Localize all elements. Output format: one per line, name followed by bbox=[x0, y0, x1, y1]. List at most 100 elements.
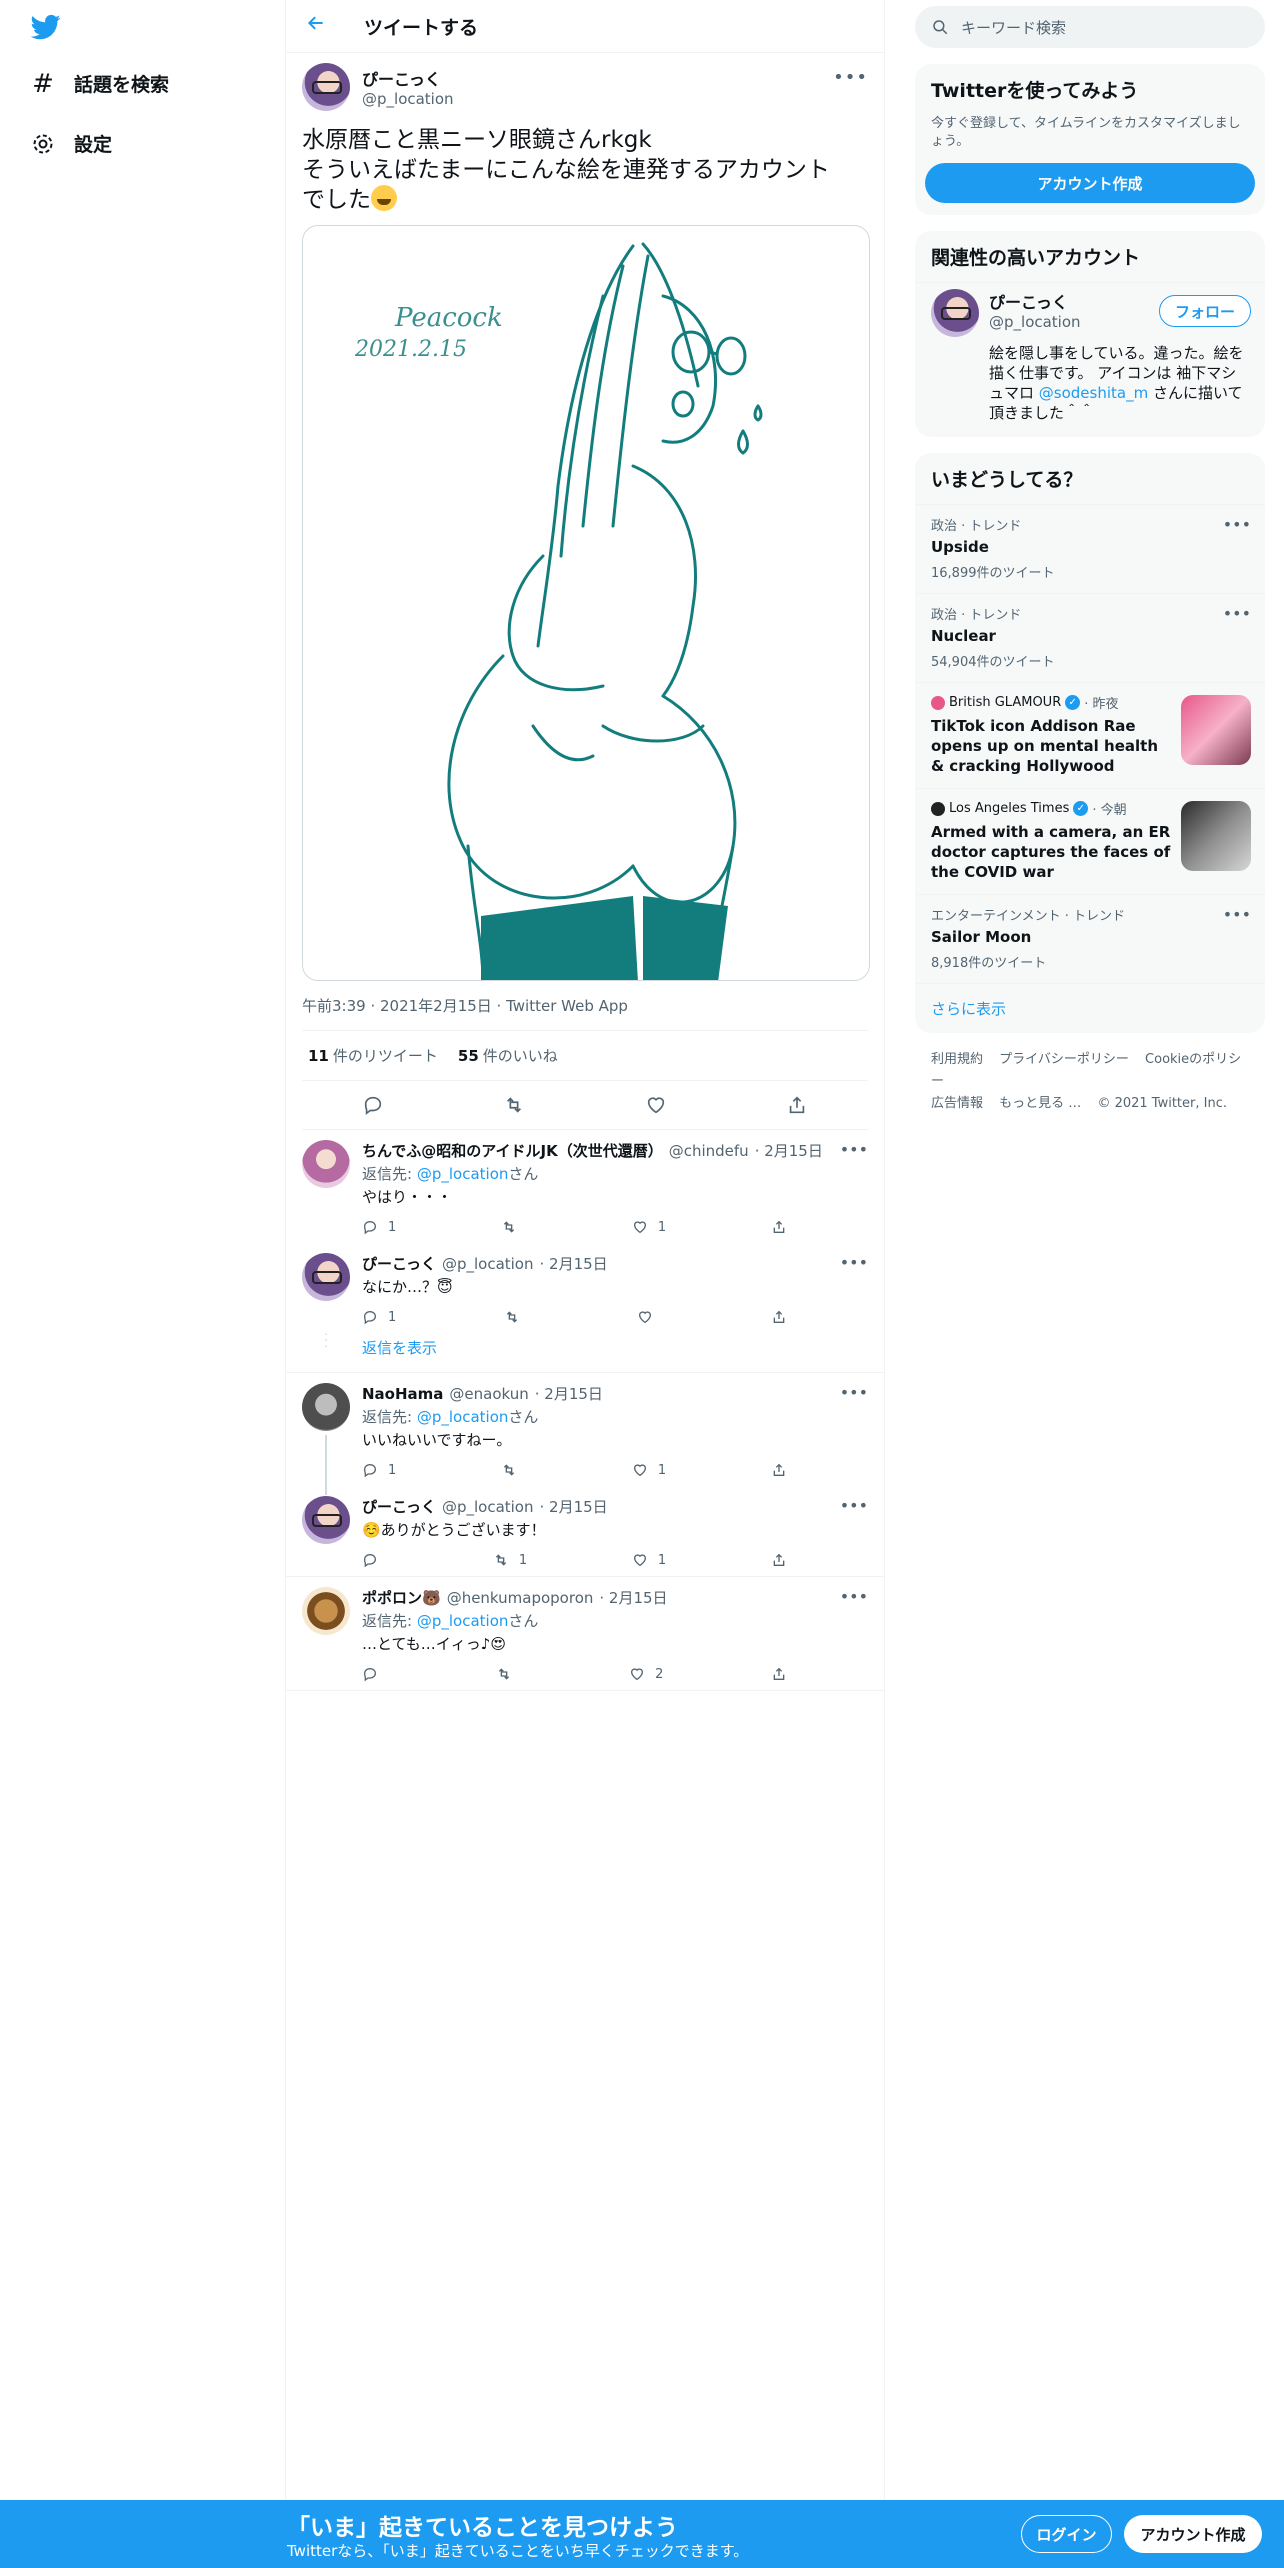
more-options-icon[interactable]: ••• bbox=[840, 1383, 868, 1402]
reply-text: いいねいいですねー。 bbox=[362, 1431, 512, 1449]
trend-item[interactable]: エンターテインメント · トレンド Sailor Moon 8,918件のツイー… bbox=[915, 894, 1265, 983]
nav-settings[interactable]: 設定 bbox=[30, 130, 112, 157]
reply-display-name[interactable]: ちんでふ@昭和のアイドルJK（次世代還暦） bbox=[362, 1140, 663, 1161]
footer-link-privacy[interactable]: プライバシーポリシー bbox=[999, 1052, 1129, 1067]
like-button[interactable] bbox=[637, 1309, 663, 1325]
retweets-stat[interactable]: 11 件のリツイート bbox=[308, 1045, 438, 1066]
reply-tweet[interactable]: ポポロン🐻 @henkumapoporon · 2月15日 返信先: @p_loca… bbox=[286, 1577, 884, 1691]
follow-button[interactable]: フォロー bbox=[1159, 295, 1251, 327]
nav-explore[interactable]: # 話題を検索 bbox=[30, 69, 169, 99]
reply-button[interactable]: 1 bbox=[362, 1219, 396, 1235]
reply-tweet[interactable]: NaoHama @enaokun · 2月15日 返信先: @p_locationさ… bbox=[286, 1373, 884, 1495]
reply-date[interactable]: · 2月15日 bbox=[755, 1140, 823, 1161]
reply-tweet[interactable]: ぴーこっく @p_location · 2月15日 なにか…？😇 1 ••• bbox=[286, 1243, 884, 1333]
avatar[interactable] bbox=[302, 1587, 350, 1635]
login-button[interactable]: ログイン bbox=[1021, 2515, 1112, 2553]
footer-link-terms[interactable]: 利用規約 bbox=[931, 1052, 983, 1067]
retweet-button[interactable] bbox=[504, 1309, 530, 1325]
reply-tweet[interactable]: ちんでふ@昭和のアイドルJK（次世代還暦） @chindefu · 2月15日 返信… bbox=[286, 1130, 884, 1243]
more-options-icon[interactable]: ••• bbox=[1223, 604, 1251, 623]
reply-tweet[interactable]: ぴーこっく @p_location · 2月15日 ☺️ありがとうございます！ 1 … bbox=[286, 1486, 884, 1577]
reply-display-name[interactable]: ぴーこっく bbox=[362, 1253, 436, 1274]
retweet-icon[interactable] bbox=[502, 1093, 526, 1117]
bio-mention-link[interactable]: @sodeshita_m bbox=[1039, 384, 1148, 402]
signup-card-desc: 今すぐ登録して、タイムラインをカスタマイズしましょう。 bbox=[931, 116, 1241, 149]
reply-to-link[interactable]: @p_location bbox=[417, 1408, 509, 1426]
more-options-icon[interactable]: ••• bbox=[1223, 905, 1251, 924]
create-account-button[interactable]: アカウント作成 bbox=[925, 163, 1255, 203]
reply-display-name[interactable]: ポポロン🐻 bbox=[362, 1587, 441, 1608]
more-options-icon[interactable]: ••• bbox=[840, 1496, 868, 1515]
reply-date[interactable]: · 2月15日 bbox=[540, 1253, 608, 1274]
share-button[interactable] bbox=[771, 1309, 787, 1325]
like-button[interactable]: 1 bbox=[632, 1552, 666, 1568]
more-options-icon[interactable]: ••• bbox=[840, 1587, 868, 1606]
reply-handle[interactable]: @p_location bbox=[442, 1255, 534, 1273]
reply-count: 1 bbox=[388, 1219, 397, 1235]
signup-button[interactable]: アカウント作成 bbox=[1124, 2515, 1262, 2553]
reply-to-link[interactable]: @p_location bbox=[417, 1612, 509, 1630]
tweet-stats: 11 件のリツイート 55 件のいいね bbox=[302, 1031, 868, 1081]
reply-handle[interactable]: @enaokun bbox=[449, 1385, 528, 1403]
retweet-icon bbox=[503, 1221, 515, 1233]
reply-handle[interactable]: @chindefu bbox=[669, 1142, 749, 1160]
share-button[interactable] bbox=[771, 1462, 787, 1478]
retweet-button[interactable] bbox=[501, 1219, 527, 1235]
reply-display-name[interactable]: NaoHama bbox=[362, 1385, 443, 1403]
likes-stat[interactable]: 55 件のいいね bbox=[458, 1045, 558, 1066]
avatar[interactable] bbox=[302, 1496, 350, 1544]
more-options-icon[interactable]: ••• bbox=[1223, 515, 1251, 534]
reply-text: …とても…イィっ♪😍 bbox=[362, 1635, 507, 1653]
retweet-button[interactable] bbox=[501, 1462, 527, 1478]
avatar[interactable] bbox=[931, 289, 979, 337]
search-input[interactable]: キーワード検索 bbox=[961, 17, 1066, 38]
more-options-icon[interactable]: ••• bbox=[840, 1253, 868, 1272]
twitter-logo-icon[interactable] bbox=[30, 12, 62, 42]
share-button[interactable] bbox=[771, 1552, 787, 1568]
footer-link-more[interactable]: もっと見る … bbox=[999, 1096, 1081, 1111]
more-options-icon[interactable]: ••• bbox=[840, 1140, 868, 1159]
reply-button[interactable] bbox=[362, 1666, 388, 1682]
more-options-icon[interactable]: ••• bbox=[833, 67, 868, 88]
retweet-button[interactable] bbox=[496, 1666, 522, 1682]
footer-link-ads[interactable]: 広告情報 bbox=[931, 1096, 983, 1111]
news-item[interactable]: Los Angeles Times ✓ · 今朝 Armed with a came… bbox=[915, 788, 1265, 894]
tweet-image[interactable]: Peacock 2021.2.15 bbox=[302, 225, 870, 981]
retweet-button[interactable]: 1 bbox=[493, 1552, 527, 1568]
avatar[interactable] bbox=[302, 1253, 350, 1301]
reply-button[interactable] bbox=[362, 1552, 388, 1568]
reply-button[interactable]: 1 bbox=[362, 1462, 396, 1478]
reply-display-name[interactable]: ぴーこっく bbox=[362, 1496, 436, 1517]
reply-button[interactable]: 1 bbox=[362, 1309, 396, 1325]
share-icon[interactable] bbox=[785, 1093, 809, 1117]
share-button[interactable] bbox=[771, 1666, 787, 1682]
back-arrow-icon[interactable] bbox=[306, 13, 346, 39]
reply-actions: 2 bbox=[362, 1666, 787, 1682]
relevant-account[interactable]: ぴーこっく @p_location 絵を隠し事をしている。違った。絵を描く仕事で… bbox=[915, 283, 1265, 437]
like-button[interactable]: 1 bbox=[632, 1462, 666, 1478]
avatar[interactable] bbox=[302, 1140, 350, 1188]
search-box[interactable]: キーワード検索 bbox=[915, 6, 1265, 48]
like-button[interactable]: 2 bbox=[629, 1666, 663, 1682]
trend-item[interactable]: 政治 · トレンド Upside 16,899件のツイート ••• bbox=[915, 504, 1265, 593]
trend-item[interactable]: 政治 · トレンド Nuclear 54,904件のツイート ••• bbox=[915, 593, 1265, 682]
reply-date[interactable]: · 2月15日 bbox=[599, 1587, 667, 1608]
reply-to-link[interactable]: @p_location bbox=[417, 1165, 509, 1183]
tweet-timestamp[interactable]: 午前3:39 · 2021年2月15日 · Twitter Web App bbox=[302, 995, 868, 1031]
reply-handle[interactable]: @p_location bbox=[442, 1498, 534, 1516]
avatar[interactable] bbox=[302, 1383, 350, 1431]
reply-icon[interactable] bbox=[361, 1093, 385, 1117]
author-handle[interactable]: @p_location bbox=[362, 90, 454, 108]
like-icon[interactable] bbox=[644, 1093, 668, 1117]
share-button[interactable] bbox=[771, 1219, 787, 1235]
trend-name: Sailor Moon bbox=[931, 928, 1032, 946]
author-display-name[interactable]: ぴーこっく bbox=[362, 66, 454, 90]
news-item[interactable]: British GLAMOUR ✓ · 昨夜 TikTok icon Addison… bbox=[915, 682, 1265, 788]
like-button[interactable]: 1 bbox=[632, 1219, 666, 1235]
reply-date[interactable]: · 2月15日 bbox=[540, 1496, 608, 1517]
reply-handle[interactable]: @henkumapoporon bbox=[447, 1589, 594, 1607]
show-more-link[interactable]: さらに表示 bbox=[915, 983, 1265, 1033]
reply-date[interactable]: · 2月15日 bbox=[535, 1383, 603, 1404]
show-replies-link[interactable]: · · · 返信を表示 bbox=[286, 1329, 884, 1373]
avatar[interactable] bbox=[302, 63, 350, 111]
